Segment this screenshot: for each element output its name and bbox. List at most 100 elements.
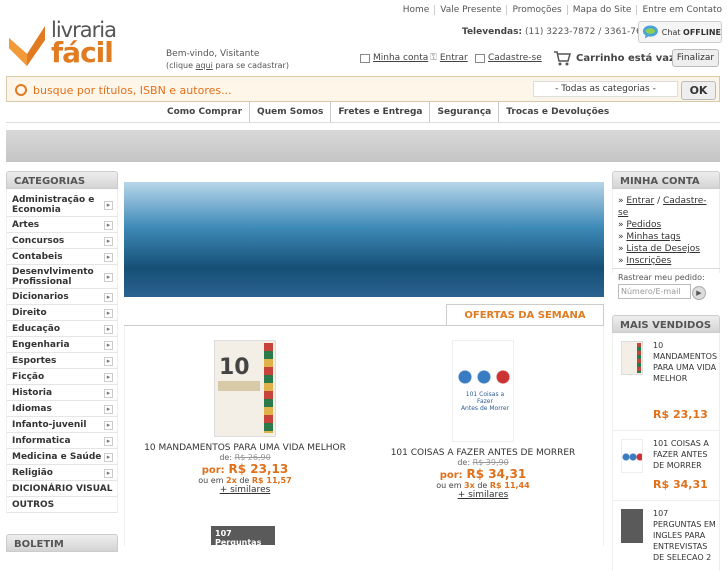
category-item[interactable]: Contabeis ▸: [7, 249, 117, 265]
account-panel: MINHA CONTA » Entrar / Cadastre-se » Ped…: [612, 171, 720, 273]
menu-seguranca[interactable]: Segurança: [429, 102, 498, 122]
finalizar-button[interactable]: Finalizar: [672, 49, 719, 67]
chat-button[interactable]: Chat OFFLINE: [638, 21, 722, 43]
category-item[interactable]: Esportes ▸: [7, 353, 117, 369]
product-title[interactable]: 101 COISAS A FAZER ANTES DE MORRER: [378, 448, 588, 458]
chat-label: Chat: [661, 27, 681, 37]
search-input[interactable]: busque por títulos, ISBN e autores...: [13, 81, 533, 99]
product-old-price: de: R$ 26,90: [140, 453, 350, 462]
similar-link[interactable]: + similares: [140, 485, 350, 495]
category-item[interactable]: Desenvlvimento Profissional ▸: [7, 265, 117, 289]
category-item[interactable]: Dicionarios ▸: [7, 289, 117, 305]
category-label: Direito: [12, 308, 47, 318]
categories-panel: CATEGORIAS Administração e Economia ▸ Arte…: [6, 171, 118, 513]
bestseller-thumb[interactable]: [621, 509, 643, 543]
track-go-button[interactable]: ▶: [692, 286, 706, 300]
bestseller-item[interactable]: 101 COISAS A FAZER ANTES DE MORRER R$ 34…: [613, 431, 719, 501]
bestseller-title[interactable]: 101 COISAS A FAZER ANTES DE MORRER: [653, 438, 719, 471]
phone-label: Televendas:: [462, 27, 523, 37]
menu-trocas[interactable]: Trocas e Devoluções: [498, 102, 616, 122]
top-link-contato[interactable]: Entre em Contato: [636, 5, 727, 15]
register-here-link[interactable]: aqui: [196, 61, 213, 70]
product-title[interactable]: 10 MANDAMENTOS PARA UMA VIDA MELHOR: [140, 443, 350, 453]
bestseller-title[interactable]: 107 PERGUNTAS EM INGLES PARA ENTREVISTAS…: [653, 508, 719, 563]
logo[interactable]: livraria fácil: [7, 18, 122, 78]
parc-val: R$ 11,57: [251, 476, 292, 485]
account-tags-link[interactable]: Minhas tags: [626, 232, 680, 242]
account-link-item: » Minhas tags: [618, 232, 681, 242]
top-link-promocoes[interactable]: Promoções: [506, 5, 566, 15]
book-cover-101-coisas[interactable]: 101 Coisas a Fazer Antes de Morrer: [452, 340, 514, 442]
account-entrar-link[interactable]: Entrar: [626, 196, 654, 206]
bestseller-thumb[interactable]: [621, 439, 643, 473]
cart-status[interactable]: Carrinho está vazio: [553, 50, 685, 66]
chevron-right-icon: ▸: [104, 356, 113, 366]
book-cover-10-mandamentos[interactable]: 10: [214, 340, 276, 437]
bestseller-item[interactable]: 10 MANDAMENTOS PARA UMA VIDA MELHOR R$ 2…: [613, 333, 719, 431]
account-link-item: » Pedidos: [618, 220, 662, 230]
chevron-right-icon: ▸: [104, 436, 113, 446]
category-item[interactable]: Medicina e Saúde ▸: [7, 449, 117, 465]
categories-title: CATEGORIAS: [6, 171, 118, 189]
category-item[interactable]: Administração e Economia ▸: [7, 193, 117, 217]
menu-fretes[interactable]: Fretes e Entrega: [330, 102, 429, 122]
category-item[interactable]: Educação ▸: [7, 321, 117, 337]
chevron-right-icon: ▸: [104, 308, 113, 318]
category-item[interactable]: Informatica ▸: [7, 433, 117, 449]
category-item[interactable]: Infanto-juvenil ▸: [7, 417, 117, 433]
de-label: de:: [457, 458, 471, 467]
search-icon: [15, 84, 27, 96]
menu-quem-somos[interactable]: Quem Somos: [249, 102, 330, 122]
category-item[interactable]: Concursos ▸: [7, 233, 117, 249]
category-item[interactable]: OUTROS: [7, 497, 117, 513]
chevron-right-icon: ▸: [104, 340, 113, 350]
old-price: R$ 26,90: [234, 453, 271, 462]
bestseller-item[interactable]: 107 PERGUNTAS EM INGLES PARA ENTREVISTAS…: [613, 501, 719, 571]
search-ok-button[interactable]: OK: [681, 81, 716, 100]
category-item[interactable]: DICIONÁRIO VISUAL: [7, 481, 117, 497]
top-link-home[interactable]: Home: [398, 5, 435, 15]
account-pedidos-link[interactable]: Pedidos: [626, 220, 661, 230]
category-label: Religião: [12, 468, 53, 478]
chevron-right-icon: ▸: [104, 292, 113, 302]
category-item[interactable]: Direito ▸: [7, 305, 117, 321]
phone-numbers: (11) 3223-7872 / 3361-7611: [524, 27, 654, 37]
account-inscricoes-link[interactable]: Inscrições: [626, 256, 671, 266]
parc-n: 3x: [464, 481, 475, 490]
track-label: Rastrear meu pedido:: [618, 273, 705, 282]
category-item[interactable]: Ficção ▸: [7, 369, 117, 385]
welcome-box: Bem-vindo, Visitante (clique aqui para s…: [166, 49, 289, 71]
parc-mid: de: [474, 481, 490, 490]
chevron-right-icon: ▸: [104, 468, 113, 478]
top-link-vale-presente[interactable]: Vale Presente: [434, 5, 506, 15]
similar-link[interactable]: + similares: [378, 490, 588, 500]
category-item[interactable]: Idiomas ▸: [7, 401, 117, 417]
book-cover-107-perguntas[interactable]: 107 Perguntas: [211, 526, 275, 545]
category-item[interactable]: Religião ▸: [7, 465, 117, 481]
bestseller-title[interactable]: 10 MANDAMENTOS PARA UMA VIDA MELHOR: [653, 340, 719, 384]
account-wishlist-link[interactable]: Lista de Desejos: [626, 244, 700, 254]
category-item[interactable]: Historia ▸: [7, 385, 117, 401]
bestseller-thumb[interactable]: [621, 341, 643, 375]
top-link-mapa[interactable]: Mapa do Site: [566, 5, 637, 15]
chevron-right-icon: ▸: [104, 220, 113, 230]
price: R$ 23,13: [228, 462, 289, 476]
chevron-right-icon: ▸: [104, 272, 113, 282]
category-label: Engenharia: [12, 340, 70, 350]
category-item[interactable]: Engenharia ▸: [7, 337, 117, 353]
menu-como-comprar[interactable]: Como Comprar: [160, 102, 249, 122]
minha-conta-link[interactable]: Minha conta: [360, 53, 428, 63]
hero-banner[interactable]: [124, 182, 604, 297]
chevron-right-icon: ▸: [104, 452, 113, 462]
category-select[interactable]: - Todas as categorias -: [533, 81, 678, 97]
track-input[interactable]: Número/E-mail: [618, 284, 691, 299]
chevron-right-icon: ▸: [104, 324, 113, 334]
parc-val: R$ 11,44: [489, 481, 530, 490]
entrar-link[interactable]: ⚿ Entrar: [430, 53, 468, 63]
category-label: Artes: [12, 220, 40, 230]
category-label: Dicionarios: [12, 292, 69, 302]
tab-ofertas-semana[interactable]: OFERTAS DA SEMANA: [446, 304, 604, 326]
category-item[interactable]: Artes ▸: [7, 217, 117, 233]
cadastre-link[interactable]: Cadastre-se: [475, 53, 542, 63]
installments: ou em 3x de R$ 11,44: [378, 481, 588, 490]
